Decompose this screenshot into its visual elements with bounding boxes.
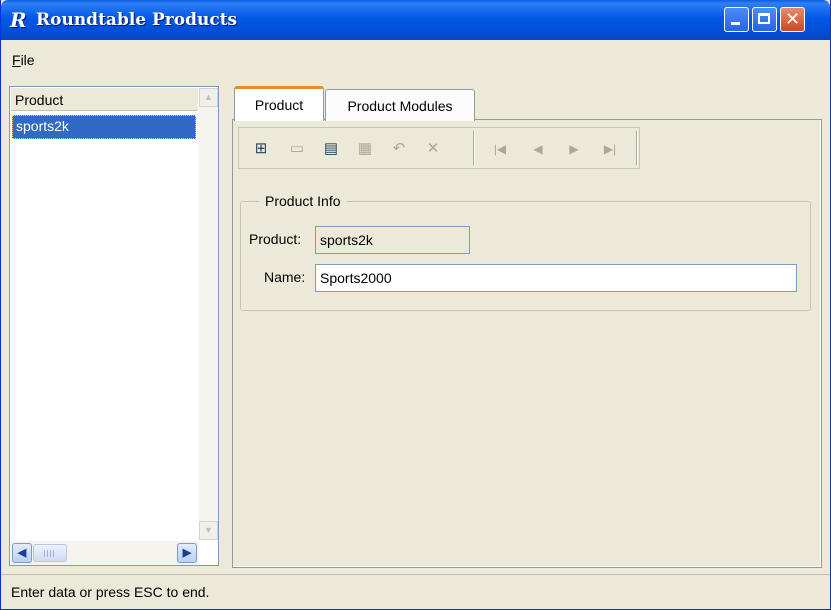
product-field: sports2k <box>315 226 470 254</box>
minimize-icon <box>731 22 740 25</box>
maximize-button[interactable] <box>752 7 777 32</box>
scroll-thumb[interactable] <box>33 544 67 562</box>
toolbar-separator <box>473 131 475 165</box>
add-record-icon[interactable]: ⊞ <box>250 138 272 160</box>
next-record-icon[interactable]: ▶ <box>563 138 585 160</box>
title-bar[interactable]: R Roundtable Products ✕ <box>1 0 830 40</box>
minimize-button[interactable] <box>724 7 749 32</box>
tab-product[interactable]: Product <box>234 86 324 121</box>
tab-product-modules[interactable]: Product Modules <box>325 89 475 121</box>
status-text: Enter data or press ESC to end. <box>11 584 210 600</box>
name-field[interactable]: Sports2000 <box>315 264 797 292</box>
toolbar-separator <box>636 131 638 165</box>
first-record-icon[interactable]: |◀ <box>489 138 511 160</box>
modify-record-icon[interactable]: ▤ <box>320 138 342 160</box>
main-window: R Roundtable Products ✕ File Product spo… <box>0 0 831 610</box>
close-button[interactable]: ✕ <box>780 7 805 32</box>
list-item[interactable]: sports2k <box>12 115 196 139</box>
status-bar: Enter data or press ESC to end. <box>1 574 830 610</box>
menu-file[interactable]: File <box>12 52 35 68</box>
delete-record-icon[interactable]: ✕ <box>422 138 444 160</box>
previous-record-icon[interactable]: ◀ <box>527 138 549 160</box>
scroll-right-icon[interactable]: ▶ <box>177 543 197 563</box>
scroll-left-icon[interactable]: ◀ <box>12 543 32 563</box>
scroll-down-icon[interactable]: ▼ <box>199 521 218 540</box>
vertical-scrollbar[interactable]: ▲ ▼ <box>199 88 218 540</box>
last-record-icon[interactable]: ▶| <box>599 138 621 160</box>
scroll-up-icon[interactable]: ▲ <box>199 88 218 107</box>
list-column-header[interactable]: Product <box>11 88 198 111</box>
product-label: Product: <box>249 231 302 247</box>
window-title: Roundtable Products <box>36 10 238 30</box>
close-icon: ✕ <box>784 9 801 30</box>
name-label: Name: <box>264 269 306 285</box>
maximize-icon <box>758 13 770 24</box>
menu-bar: File <box>1 40 830 80</box>
horizontal-scrollbar[interactable]: ◀ ▶ <box>11 541 199 565</box>
tab-panel <box>232 119 822 568</box>
product-info-group <box>240 201 811 311</box>
copy-record-icon[interactable]: ▭ <box>286 138 308 160</box>
app-icon: R <box>10 8 27 32</box>
record-toolbar: ⊞ ▭ ▤ ▦ ↶ ✕ |◀ ◀ ▶ ▶| <box>238 127 640 169</box>
save-record-icon[interactable]: ▦ <box>354 138 376 160</box>
undo-icon[interactable]: ↶ <box>388 138 410 160</box>
product-list[interactable]: Product sports2k ▲ ▼ ◀ ▶ <box>9 86 219 566</box>
group-title: Product Info <box>259 193 347 209</box>
